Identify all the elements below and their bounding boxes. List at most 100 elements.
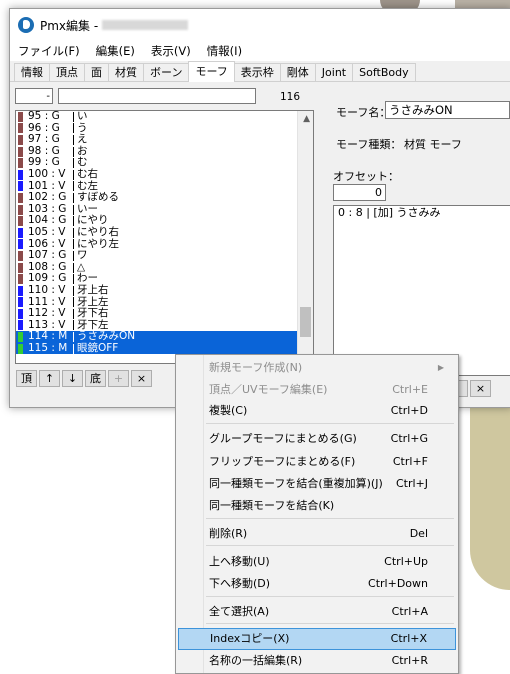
context-menu-item[interactable]: Indexコピー(X) Ctrl+X [178, 628, 456, 650]
morph-list-row[interactable]: 115 : M 眼鏡OFF [16, 342, 313, 355]
morph-panel-color-swatch [18, 204, 23, 215]
context-menu-item[interactable]: 下へ移動(D) Ctrl+Down [178, 573, 456, 595]
menu-item-label: 複製(C) [209, 404, 248, 417]
offset-count-input[interactable]: 0 [333, 184, 386, 201]
context-menu-item[interactable]: フリップモーフにまとめる(F) Ctrl+F [178, 451, 456, 473]
morph-panel-color-swatch [18, 216, 23, 227]
morph-list-row[interactable]: 97 : Gえ [16, 134, 313, 146]
morph-index: 107 : G [28, 249, 67, 262]
row-separator [73, 227, 74, 238]
tab-9[interactable]: SoftBody [352, 63, 416, 81]
arrow-up-button[interactable]: ↑ [39, 370, 60, 387]
tab-strip: 情報 頂点面材質 ボーン モーフ 表示枠 剛体 Joint SoftBody [10, 61, 510, 82]
context-menu-item[interactable]: 上へ移動(U) Ctrl+Up [178, 551, 456, 573]
plus-button[interactable]: + [108, 370, 129, 387]
tab-6[interactable]: 表示枠 [233, 63, 281, 81]
morph-list-row[interactable]: 105 : V にやり右 [16, 225, 313, 239]
row-separator [73, 320, 74, 331]
offset-index: 0 : 8 [338, 206, 363, 219]
morph-name-input[interactable]: うさみみON [385, 101, 510, 119]
tab-7[interactable]: 剛体 [279, 63, 316, 81]
row-separator [73, 332, 74, 343]
menu-item-label: 新規モーフ作成(N) [209, 361, 303, 374]
context-menu-item[interactable]: 削除(R) Del [178, 523, 456, 545]
tab-8[interactable]: Joint [314, 63, 354, 81]
morph-list-row[interactable]: 110 : V 牙上右 [16, 283, 313, 297]
menu-edit[interactable]: 編集(E) [96, 43, 135, 59]
row-separator [73, 181, 74, 192]
context-menu-item[interactable]: 複製(C) Ctrl+D [178, 400, 456, 422]
context-menu-item[interactable]: 頂点／UVモーフ編集(E) Ctrl+E [178, 379, 456, 401]
menu-item-label: 下へ移動(D) [209, 577, 271, 590]
row-separator [73, 111, 74, 122]
scroll-thumb[interactable] [300, 307, 311, 337]
tab-4[interactable]: ボーン [143, 63, 190, 81]
menu-item-shortcut: Ctrl+F [392, 455, 428, 468]
morph-list-row[interactable]: 100 : V む右 [16, 167, 313, 181]
morph-count: 116 [280, 91, 301, 103]
top-button[interactable]: 頂 [16, 370, 37, 387]
menu-file[interactable]: ファイル(F) [18, 43, 80, 59]
morph-panel-color-swatch [18, 227, 23, 238]
morph-list-row[interactable]: 96 : Gう [16, 122, 313, 135]
offset-list[interactable]: 0 : 8 | [加] うさみみ [333, 205, 510, 376]
morph-index: 105 : V [28, 225, 66, 238]
context-menu: 新規モーフ作成(N) ▶ 頂点／UVモーフ編集(E) Ctrl+E 複製(C) Ctrl+… [175, 354, 459, 674]
row-separator [73, 158, 74, 169]
morph-list[interactable]: 95 : G い 96 : G う 97 : G え 98 : G お 99 : G む 100 :… [15, 110, 314, 364]
arrow-down-button[interactable]: ↓ [62, 370, 83, 387]
row-separator [73, 146, 74, 157]
context-menu-item[interactable]: 名称の一括編集(R) Ctrl+R [178, 650, 456, 672]
menu-item-shortcut: Ctrl+A [391, 605, 428, 618]
morph-name: すぼめる [77, 191, 119, 204]
morph-name: ワ [77, 249, 88, 262]
offset-delete-button[interactable]: × [470, 380, 491, 397]
context-menu-item[interactable]: 同一種類モーフを結合(K) [178, 495, 456, 517]
menu-view[interactable]: 表示(V) [151, 43, 191, 59]
row-separator [73, 285, 74, 296]
offset-row[interactable]: 0 : 8 | [加] うさみみ [334, 206, 510, 220]
morph-panel-color-swatch [18, 239, 23, 250]
context-menu-item[interactable]: グループモーフにまとめる(G) Ctrl+G [178, 428, 456, 450]
menu-item-shortcut: Ctrl+J [395, 477, 428, 490]
row-separator [73, 204, 74, 215]
index-filter-input[interactable]: - [15, 88, 53, 104]
tab-0[interactable]: 情報 [14, 63, 50, 81]
morph-list-row[interactable]: 98 : Gお [16, 145, 313, 158]
window-title: Pmx編集 - [40, 18, 99, 33]
row-separator [73, 134, 74, 145]
offset-mode: [加] [373, 206, 393, 219]
morph-index: 100 : V [28, 167, 66, 180]
menu-info[interactable]: 情報(I) [207, 43, 242, 59]
row-separator [73, 308, 74, 319]
morph-list-row[interactable]: 107 : G ワ [16, 250, 313, 262]
morph-index: 112 : V [28, 307, 66, 320]
menu-item-label: Indexコピー(X) [210, 632, 290, 645]
bottom-button[interactable]: 底 [85, 370, 106, 387]
morph-list-row[interactable]: 95 : G い [16, 111, 313, 123]
menu-item-label: グループモーフにまとめる(G) [209, 432, 357, 445]
title-bar[interactable]: Pmx編集 - [10, 9, 510, 41]
tab-3[interactable]: 材質 [108, 63, 144, 81]
context-menu-item[interactable]: 全て選択(A) Ctrl+A [178, 601, 456, 623]
tab-5[interactable]: モーフ [188, 61, 235, 82]
morph-name-label: モーフ名： [336, 106, 391, 119]
context-menu-item[interactable]: 同一種類モーフを結合(重複加算)(J) Ctrl+J [178, 473, 456, 495]
morph-panel-color-swatch [18, 250, 23, 261]
morph-index: 110 : V [28, 283, 66, 296]
morph-list-row[interactable]: 102 : G すぼめる [16, 192, 313, 204]
morph-name: 牙上右 [77, 283, 109, 296]
tab-1[interactable]: 頂点 [49, 63, 85, 81]
row-separator [73, 343, 74, 354]
morph-list-scrollbar[interactable]: ▲ [297, 111, 313, 363]
context-menu-item[interactable]: 新規モーフ作成(N) ▶ [178, 357, 456, 379]
tab-2[interactable]: 面 [84, 63, 109, 81]
close-button[interactable]: × [131, 370, 152, 387]
scroll-up-icon[interactable]: ▲ [303, 114, 310, 124]
morph-list-row[interactable]: 112 : V 牙下右 [16, 307, 313, 320]
app-icon [18, 17, 34, 33]
morph-panel-color-swatch [18, 297, 23, 308]
name-filter-input[interactable] [58, 88, 256, 104]
morph-name: にやり右 [77, 225, 119, 238]
row-separator [73, 123, 74, 134]
